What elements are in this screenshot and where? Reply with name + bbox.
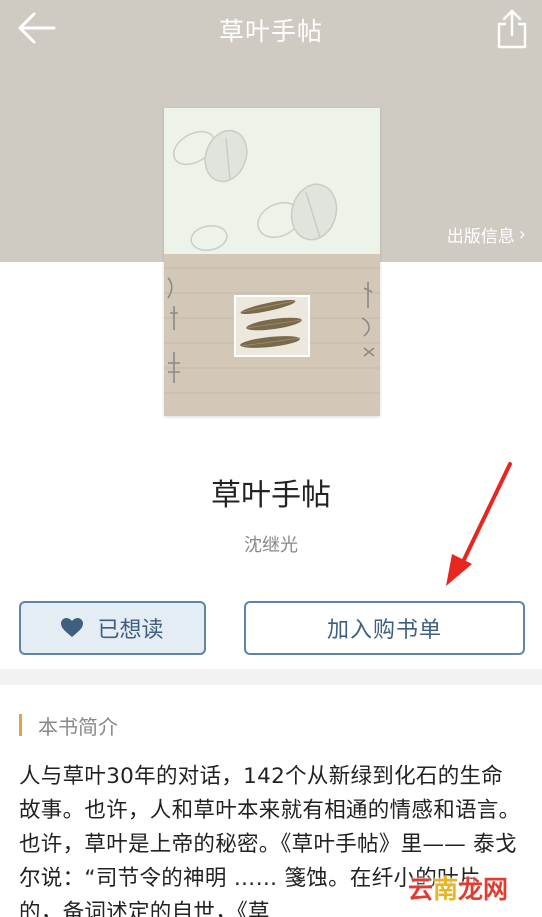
intro-section-title: 本书简介 <box>38 714 118 739</box>
add-to-cart-button[interactable]: 加入购书单 <box>244 601 525 655</box>
intro-section-header: 本书简介 <box>19 713 118 739</box>
share-button[interactable] <box>494 8 530 50</box>
publication-info-label: 出版信息 <box>446 227 515 247</box>
top-navigation-bar: 草叶手帖 <box>0 0 542 58</box>
heart-icon <box>61 618 84 637</box>
publication-info-link[interactable]: 出版信息 › <box>447 222 526 247</box>
annotation-arrow <box>446 462 512 586</box>
want-to-read-button[interactable]: 已想读 <box>19 601 206 655</box>
section-accent-bar <box>19 714 22 736</box>
watermark-logo: 云南龙网 <box>408 875 509 904</box>
want-to-read-label: 已想读 <box>97 618 164 643</box>
page-title: 草叶手帖 <box>218 17 323 46</box>
chevron-right-icon: › <box>518 224 526 245</box>
add-to-cart-label: 加入购书单 <box>326 618 442 643</box>
share-icon <box>497 9 527 49</box>
book-cover-image[interactable] <box>164 108 380 416</box>
book-cover-illustration <box>164 108 380 416</box>
section-divider <box>0 669 542 685</box>
